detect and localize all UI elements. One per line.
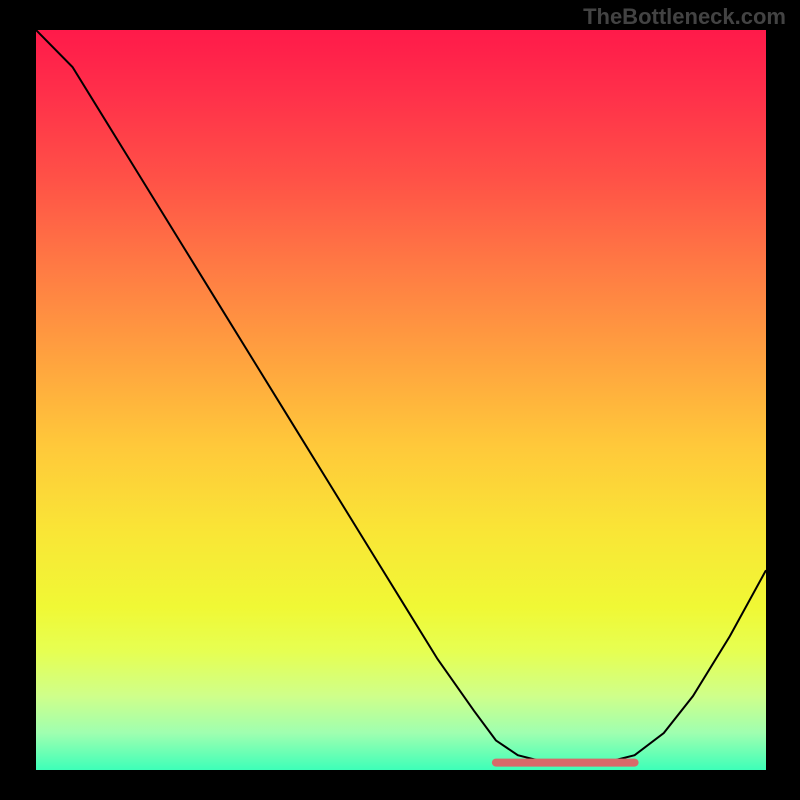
chart-svg bbox=[36, 30, 766, 770]
chart-plot-area bbox=[36, 30, 766, 770]
chart-curve-line bbox=[36, 30, 766, 763]
watermark-text: TheBottleneck.com bbox=[583, 4, 786, 30]
